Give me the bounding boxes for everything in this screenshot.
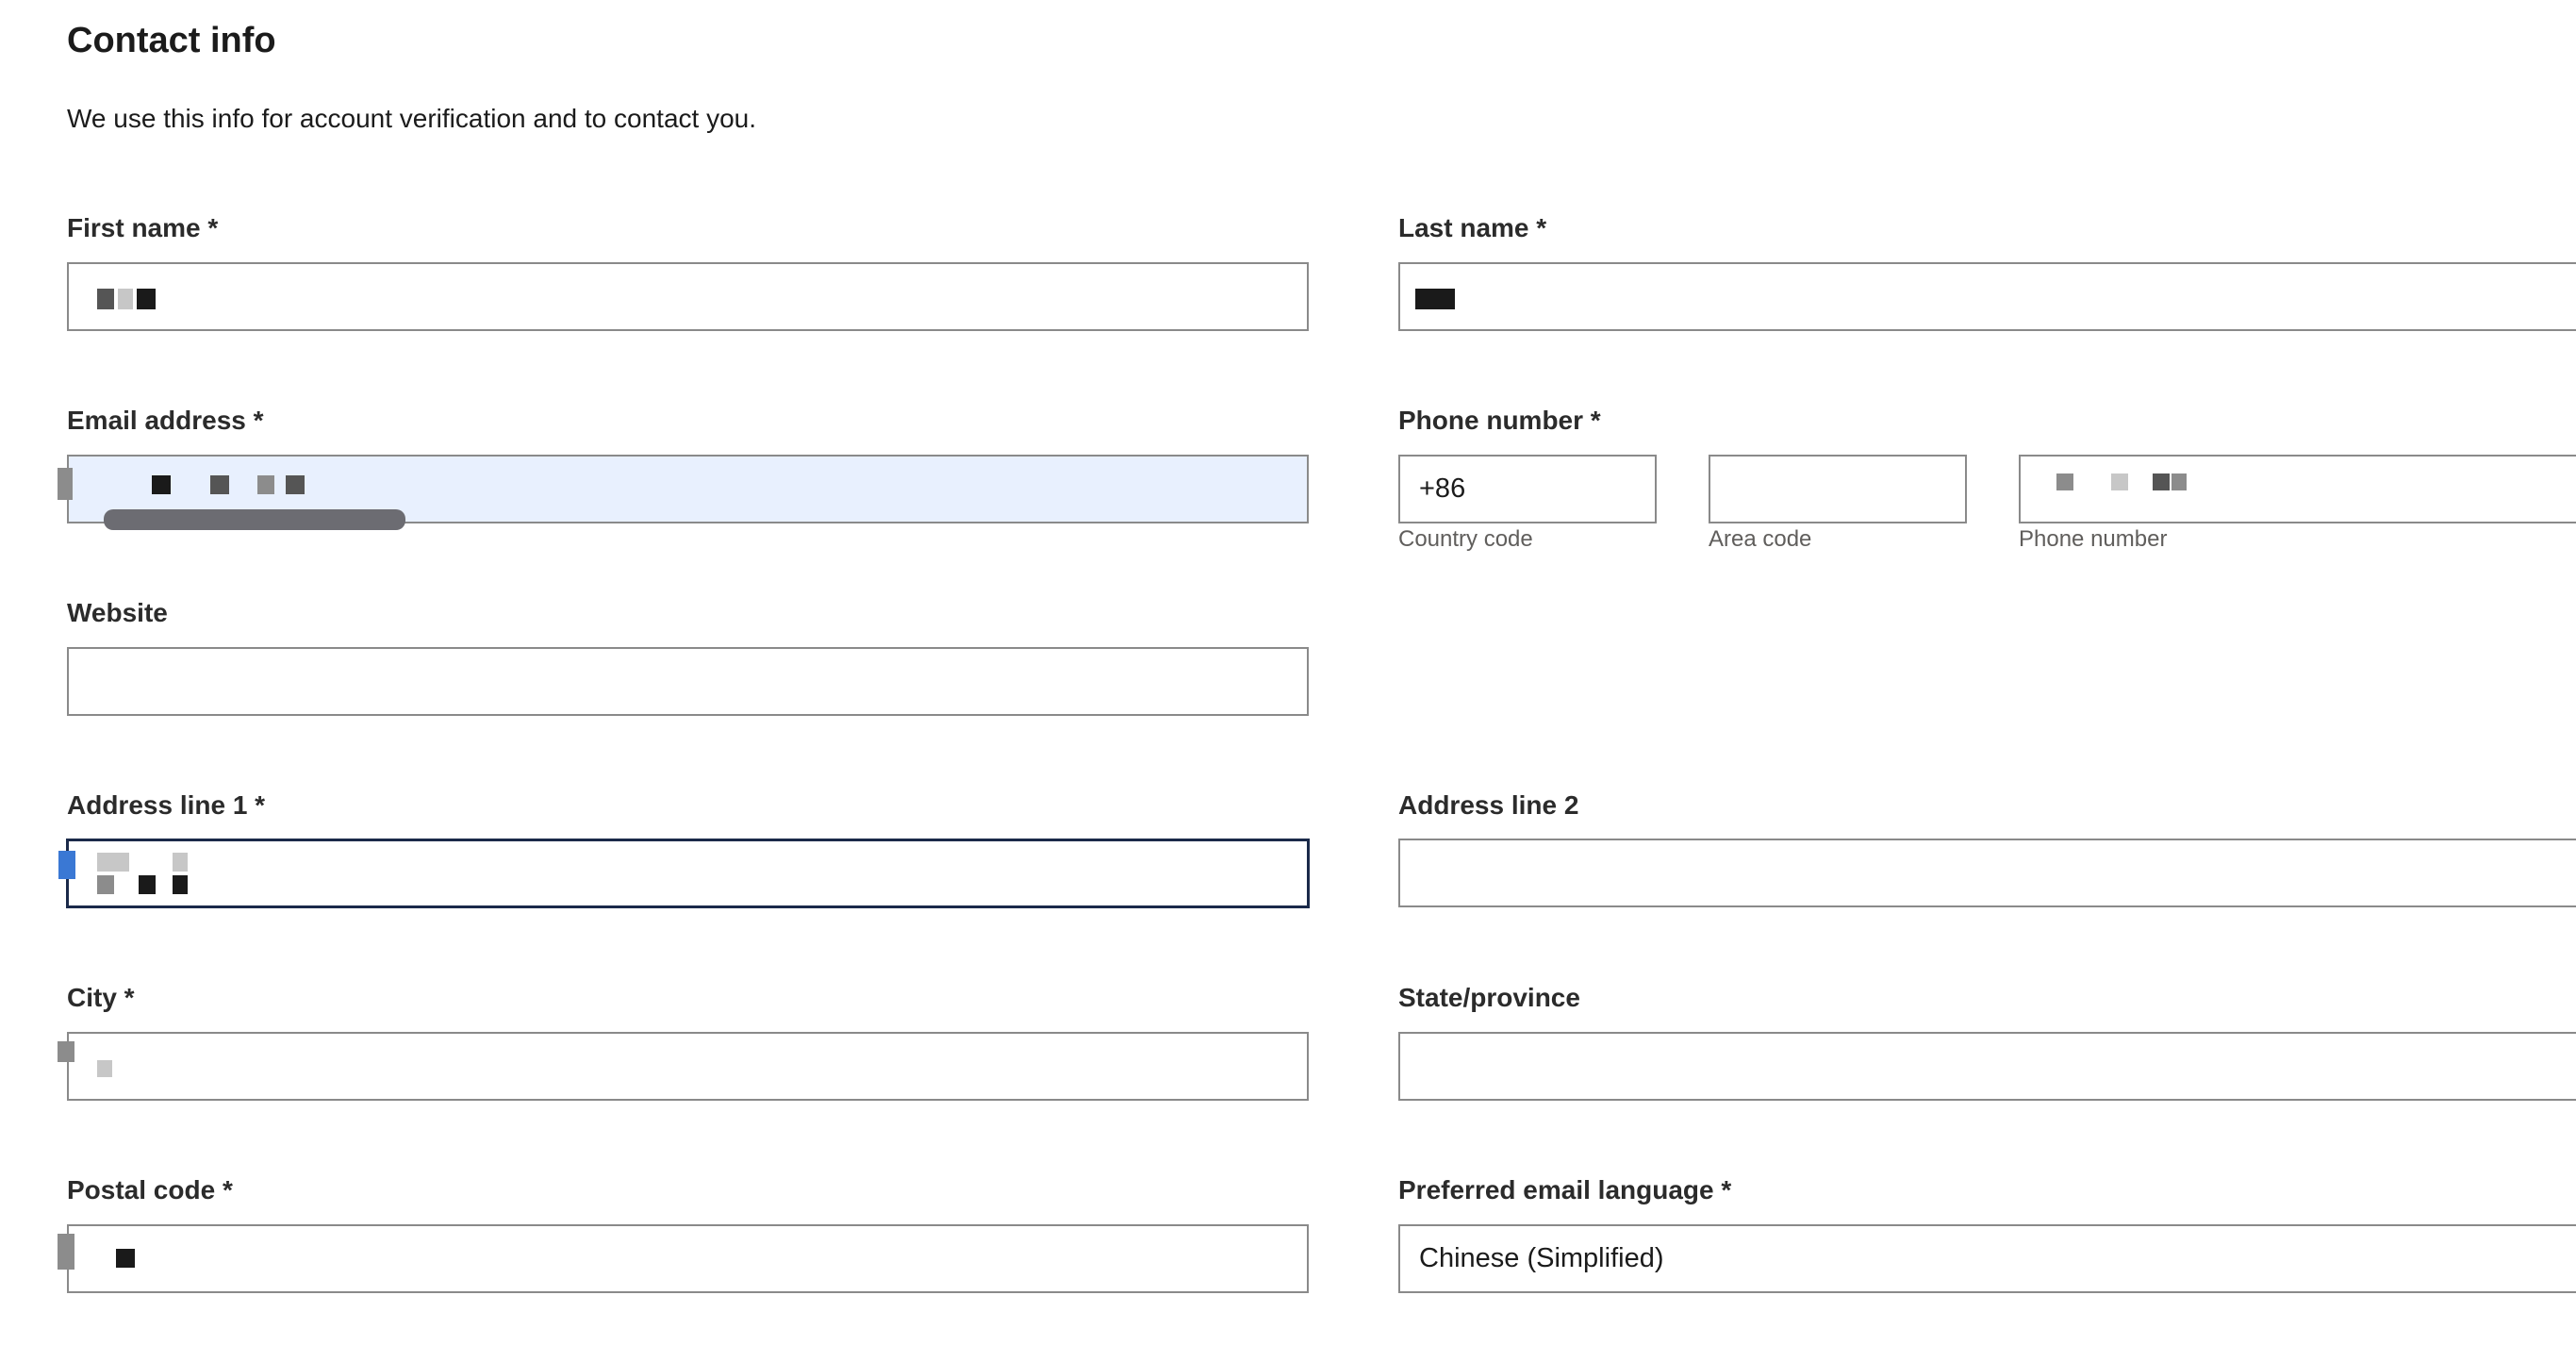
redacted-block — [58, 1234, 74, 1270]
area-code-sublabel: Area code — [1709, 526, 1812, 552]
redacted-block — [152, 475, 171, 494]
redacted-block — [173, 875, 188, 894]
area-code-input[interactable] — [1709, 455, 1967, 523]
address-line-1-input[interactable] — [66, 839, 1310, 908]
address-line-1-label: Address line 1 * — [67, 790, 266, 820]
last-name-input[interactable] — [1398, 262, 2576, 331]
phone-number-input[interactable] — [2019, 455, 2576, 523]
postal-code-input[interactable] — [67, 1224, 1309, 1293]
redacted-block — [118, 289, 133, 309]
website-input[interactable] — [67, 647, 1309, 716]
redacted-block — [137, 289, 156, 309]
section-subtitle: We use this info for account verificatio… — [67, 104, 756, 133]
website-label: Website — [67, 598, 168, 627]
redacted-block — [58, 468, 73, 500]
first-name-input[interactable] — [67, 262, 1309, 331]
city-label: City * — [67, 983, 135, 1012]
preferred-language-label: Preferred email language * — [1398, 1175, 1732, 1204]
section-title: Contact info — [67, 21, 276, 60]
redacted-block — [58, 851, 75, 879]
country-code-sublabel: Country code — [1398, 526, 1533, 552]
redacted-block — [286, 475, 305, 494]
state-province-label: State/province — [1398, 983, 1580, 1012]
preferred-language-value: Chinese (Simplified) — [1419, 1243, 1664, 1273]
address-line-2-label: Address line 2 — [1398, 790, 1579, 820]
redacted-block — [139, 875, 156, 894]
redaction-smudge — [104, 509, 405, 530]
redacted-block — [257, 475, 274, 494]
redacted-block — [173, 853, 188, 872]
address-line-2-input[interactable] — [1398, 839, 2576, 907]
redacted-block — [97, 289, 114, 309]
redacted-block — [97, 1060, 112, 1077]
first-name-label: First name * — [67, 213, 219, 242]
redacted-block — [2171, 473, 2187, 490]
postal-code-label: Postal code * — [67, 1175, 233, 1204]
redacted-block — [116, 1249, 135, 1268]
phone-number-sublabel: Phone number — [2019, 526, 2168, 552]
redacted-block — [97, 853, 129, 872]
redacted-block — [2111, 473, 2128, 490]
redacted-block — [210, 475, 229, 494]
preferred-language-select[interactable]: Chinese (Simplified) — [1398, 1224, 2576, 1293]
redacted-block — [58, 1041, 74, 1062]
phone-label: Phone number * — [1398, 406, 1601, 435]
country-code-value: +86 — [1419, 473, 1466, 504]
country-code-input[interactable]: +86 — [1398, 455, 1657, 523]
city-input[interactable] — [67, 1032, 1309, 1101]
email-label: Email address * — [67, 406, 264, 435]
redacted-block — [2153, 473, 2170, 490]
redacted-block — [1415, 289, 1455, 309]
last-name-label: Last name * — [1398, 213, 1547, 242]
redacted-block — [97, 875, 114, 894]
contact-info-form: Contact info We use this info for accoun… — [0, 0, 2576, 1362]
redacted-block — [2056, 473, 2073, 490]
state-province-input[interactable] — [1398, 1032, 2576, 1101]
